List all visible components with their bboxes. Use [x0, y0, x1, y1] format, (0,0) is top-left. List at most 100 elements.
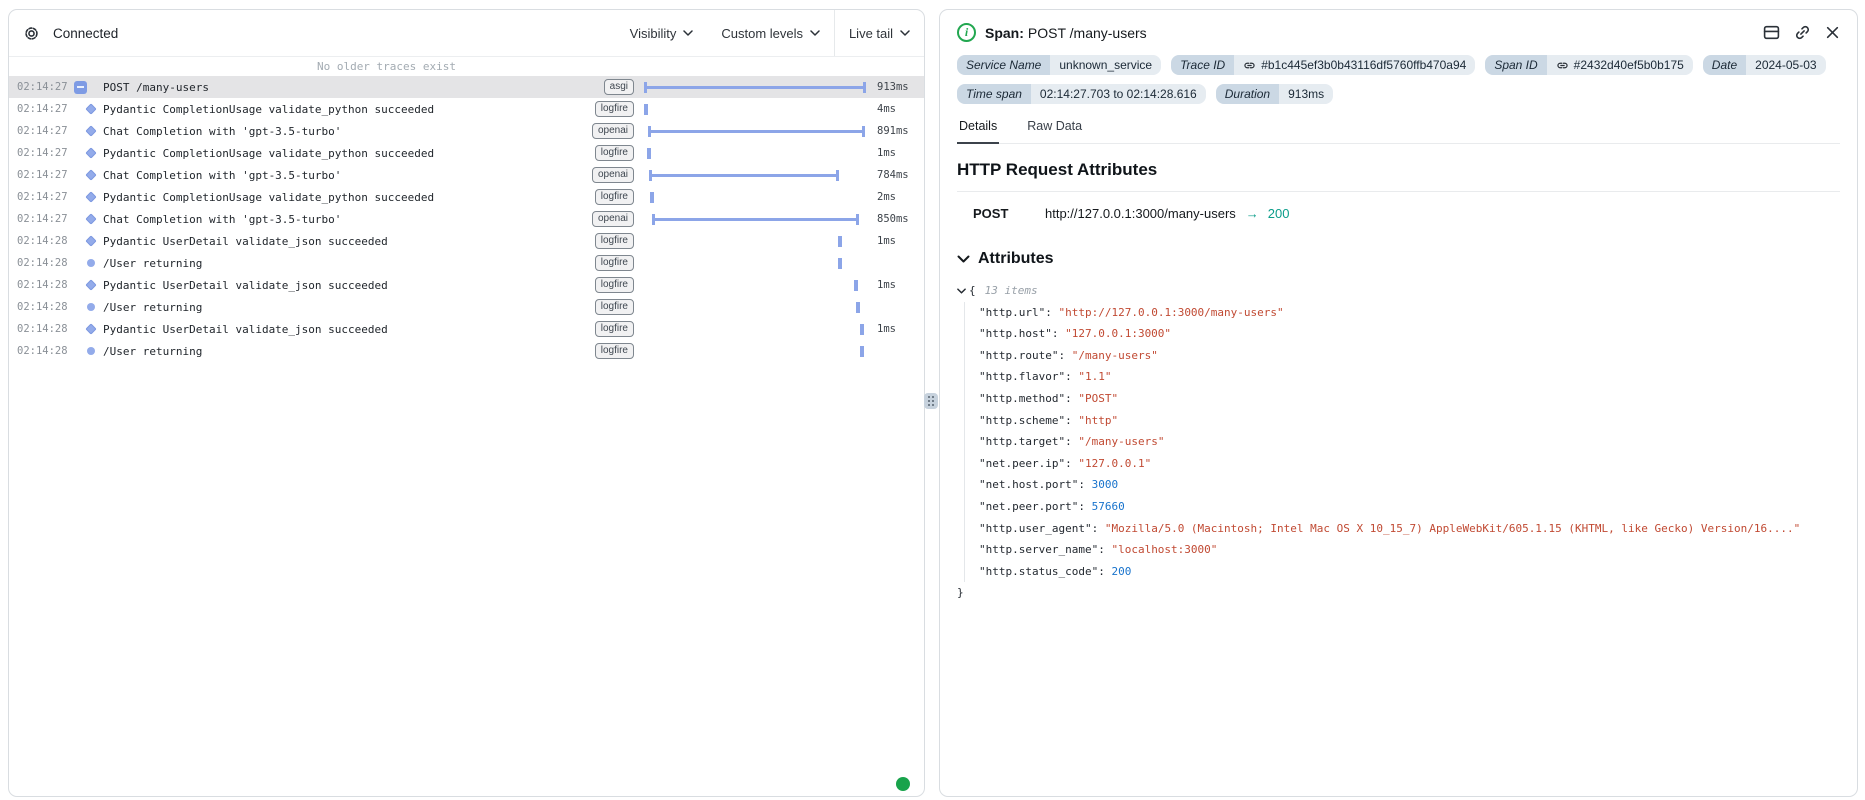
source-badge: openai	[592, 123, 634, 139]
trace-row[interactable]: 02:14:27Pydantic CompletionUsage validat…	[9, 98, 924, 120]
trace-row[interactable]: 02:14:28Pydantic UserDetail validate_jso…	[9, 318, 924, 340]
trace-label: /User returning	[103, 301, 202, 314]
trace-row[interactable]: 02:14:27Chat Completion with 'gpt-3.5-tu…	[9, 208, 924, 230]
tab-raw-data[interactable]: Raw Data	[1025, 119, 1084, 143]
http-request-attributes-title: HTTP Request Attributes	[957, 160, 1840, 192]
trace-row[interactable]: 02:14:27Pydantic CompletionUsage validat…	[9, 142, 924, 164]
source-badge-cell: asgi	[576, 79, 634, 95]
attributes-section-header[interactable]: Attributes	[957, 250, 1840, 268]
meta-badge-value-text: 2024-05-03	[1755, 58, 1816, 72]
trace-label: Pydantic CompletionUsage validate_python…	[103, 147, 434, 160]
settings-gear-icon[interactable]	[23, 25, 40, 42]
chevron-down-icon[interactable]	[957, 288, 966, 294]
span-bar	[644, 82, 866, 93]
span-diamond-icon	[85, 323, 96, 334]
attribute-line: "http.host": "127.0.0.1:3000"	[979, 323, 1840, 345]
meta-badge-label: Time span	[957, 84, 1031, 104]
source-badge: logfire	[595, 233, 634, 249]
attribute-key: "http.route":	[979, 345, 1072, 367]
link-icon[interactable]	[1556, 59, 1569, 72]
trace-row[interactable]: 02:14:28Pydantic UserDetail validate_jso…	[9, 274, 924, 296]
attribute-line: "net.peer.ip": "127.0.0.1"	[979, 453, 1840, 475]
timeline-cell	[642, 318, 870, 340]
link-icon[interactable]	[1243, 59, 1256, 72]
attribute-line: "http.server_name": "localhost:3000"	[979, 539, 1840, 561]
span-diamond-icon	[85, 147, 96, 158]
span-duration: 1ms	[870, 235, 920, 247]
connection-status: Connected	[53, 26, 118, 41]
trace-list: 02:14:27POST /many-usersasgi913ms02:14:2…	[9, 76, 924, 362]
trace-row[interactable]: 02:14:27POST /many-usersasgi913ms	[9, 76, 924, 98]
trace-row[interactable]: 02:14:27Chat Completion with 'gpt-3.5-tu…	[9, 164, 924, 186]
attribute-value: "POST"	[1078, 388, 1118, 410]
attribute-value: "127.0.0.1"	[1078, 453, 1151, 475]
open-brace: {	[969, 280, 976, 302]
close-icon[interactable]	[1825, 25, 1840, 40]
chevron-down-icon	[900, 30, 910, 36]
chevron-down-icon	[683, 30, 693, 36]
log-circle-icon	[87, 259, 95, 267]
dock-panel-icon[interactable]	[1763, 24, 1780, 41]
source-badge: openai	[592, 167, 634, 183]
info-icon: i	[957, 23, 976, 42]
visibility-menu[interactable]: Visibility	[616, 10, 708, 56]
trace-timestamp: 02:14:27	[17, 191, 74, 203]
span-bar	[647, 148, 651, 159]
trace-row[interactable]: 02:14:28Pydantic UserDetail validate_jso…	[9, 230, 924, 252]
json-entries: "http.url": "http://127.0.0.1:3000/many-…	[964, 302, 1840, 583]
meta-badge-value-text: 02:14:27.703 to 02:14:28.616	[1040, 87, 1197, 101]
custom-levels-menu[interactable]: Custom levels	[707, 10, 834, 56]
trace-row[interactable]: 02:14:27Chat Completion with 'gpt-3.5-tu…	[9, 120, 924, 142]
trace-label: Chat Completion with 'gpt-3.5-turbo'	[103, 169, 341, 182]
span-bar	[649, 170, 840, 181]
meta-badge: Duration913ms	[1216, 84, 1333, 104]
meta-badge: Time span 02:14:27.703 to 02:14:28.616	[957, 84, 1206, 104]
trace-row[interactable]: 02:14:28/User returninglogfire	[9, 340, 924, 362]
log-circle-icon	[87, 347, 95, 355]
span-bar	[856, 302, 860, 313]
request-url: http://127.0.0.1:3000/many-users	[1045, 206, 1236, 221]
timeline-cell	[642, 230, 870, 252]
icon-cell	[74, 149, 103, 157]
source-badge-cell: openai	[576, 167, 634, 183]
panel-resize-handle[interactable]	[924, 393, 938, 409]
meta-badge-value: unknown_service	[1050, 55, 1161, 75]
span-diamond-icon	[85, 169, 96, 180]
trace-timestamp: 02:14:27	[17, 103, 74, 115]
attribute-value: 3000	[1092, 474, 1119, 496]
timeline-cell	[642, 164, 870, 186]
json-close-line: }	[957, 582, 1840, 604]
source-badge: logfire	[595, 189, 634, 205]
live-indicator-dot	[896, 777, 910, 791]
source-badge-cell: logfire	[576, 233, 634, 249]
attribute-value: "/many-users"	[1078, 431, 1164, 453]
span-bar	[648, 126, 865, 137]
attribute-key: "http.method":	[979, 388, 1078, 410]
source-badge-cell: logfire	[576, 255, 634, 271]
collapse-toggle-icon[interactable]	[74, 81, 87, 94]
attribute-key: "net.peer.port":	[979, 496, 1092, 518]
log-circle-icon	[87, 303, 95, 311]
timeline-cell	[642, 252, 870, 274]
icon-cell	[74, 259, 103, 267]
meta-badge-label: Span ID	[1485, 55, 1546, 75]
span-bar	[838, 258, 842, 269]
trace-timestamp: 02:14:28	[17, 279, 74, 291]
trace-row[interactable]: 02:14:28/User returninglogfire	[9, 252, 924, 274]
source-badge-cell: logfire	[576, 101, 634, 117]
trace-row[interactable]: 02:14:27Pydantic CompletionUsage validat…	[9, 186, 924, 208]
meta-badge: Service Nameunknown_service	[957, 55, 1161, 75]
source-badge-cell: logfire	[576, 343, 634, 359]
trace-row[interactable]: 02:14:28/User returninglogfire	[9, 296, 924, 318]
timeline-cell	[642, 208, 870, 230]
span-duration: 850ms	[870, 213, 920, 225]
icon-cell	[74, 193, 103, 201]
trace-label: Pydantic UserDetail validate_json succee…	[103, 323, 388, 336]
attribute-key: "http.url":	[979, 302, 1058, 324]
source-badge: logfire	[595, 321, 634, 337]
tab-details[interactable]: Details	[957, 119, 999, 144]
live-tail-menu[interactable]: Live tail	[835, 10, 924, 56]
copy-link-icon[interactable]	[1794, 24, 1811, 41]
attribute-line: "http.scheme": "http"	[979, 410, 1840, 432]
span-bar	[644, 104, 648, 115]
